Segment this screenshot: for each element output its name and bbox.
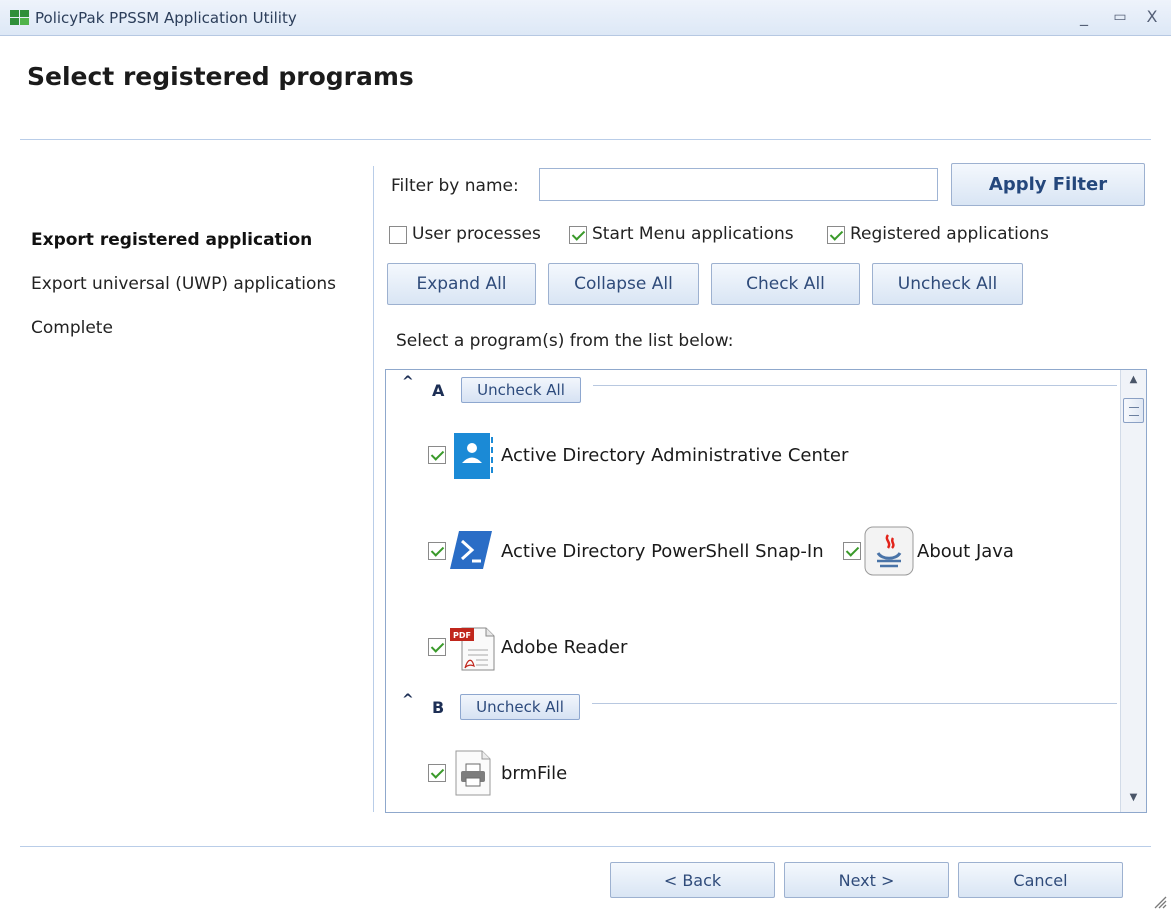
header-divider (20, 139, 1151, 140)
program-list[interactable]: ^ A Uncheck All Active Directory Adminis… (385, 369, 1147, 813)
powershell-icon (450, 531, 492, 569)
start-menu-checkbox[interactable] (569, 226, 587, 244)
group-b-letter: B (432, 698, 445, 717)
collapse-all-button[interactable]: Collapse All (548, 263, 699, 305)
filter-label: Filter by name: (391, 176, 519, 196)
item-label: About Java (917, 541, 1014, 562)
item-checkbox[interactable] (428, 542, 446, 560)
registered-apps-checkbox[interactable] (827, 226, 845, 244)
pdf-icon: PDF (450, 627, 495, 671)
window-title: PolicyPak PPSSM Application Utility (35, 9, 297, 27)
printer-file-icon (455, 750, 491, 796)
list-instruction: Select a program(s) from the list below: (396, 331, 734, 351)
back-button[interactable]: < Back (610, 862, 775, 898)
title-bar: PolicyPak PPSSM Application Utility _ ▭ … (0, 0, 1171, 36)
item-label: Adobe Reader (501, 637, 628, 658)
footer-divider (20, 846, 1151, 847)
apply-filter-button[interactable]: Apply Filter (951, 163, 1145, 206)
scroll-thumb[interactable] (1123, 398, 1144, 423)
expand-all-button[interactable]: Expand All (387, 263, 536, 305)
svg-text:PDF: PDF (453, 631, 471, 640)
item-checkbox[interactable] (428, 638, 446, 656)
check-all-button[interactable]: Check All (711, 263, 860, 305)
user-processes-checkbox[interactable] (389, 226, 407, 244)
vertical-divider (373, 166, 374, 812)
step-export-uwp: Export universal (UWP) applications (31, 274, 337, 294)
uncheck-all-button[interactable]: Uncheck All (872, 263, 1023, 305)
scroll-up-arrow-icon[interactable]: ▲ (1121, 370, 1146, 390)
ad-admin-center-icon (454, 433, 493, 479)
page-title: Select registered programs (27, 62, 414, 91)
group-a-collapse-icon[interactable]: ^ (402, 374, 414, 390)
cancel-button[interactable]: Cancel (958, 862, 1123, 898)
item-label: Active Directory Administrative Center (501, 445, 849, 466)
minimize-button[interactable]: _ (1071, 6, 1097, 28)
filter-input[interactable] (539, 168, 938, 201)
app-logo-icon (10, 10, 30, 26)
group-a-divider (593, 385, 1117, 386)
item-label: brmFile (501, 763, 568, 784)
close-button[interactable]: X (1139, 6, 1165, 28)
step-export-registered: Export registered application (31, 230, 313, 250)
java-icon (864, 526, 914, 576)
maximize-button[interactable]: ▭ (1107, 6, 1133, 28)
scroll-down-arrow-icon[interactable]: ▼ (1121, 788, 1146, 808)
user-processes-label: User processes (412, 224, 541, 244)
group-b-divider (592, 703, 1117, 704)
item-checkbox[interactable] (428, 446, 446, 464)
list-scrollbar[interactable]: ▲ ▼ (1120, 370, 1146, 812)
item-label: Active Directory PowerShell Snap-In (501, 541, 824, 562)
registered-apps-label: Registered applications (850, 224, 1049, 244)
group-b-uncheck-all-button[interactable]: Uncheck All (460, 694, 580, 720)
item-checkbox[interactable] (843, 542, 861, 560)
group-a-uncheck-all-button[interactable]: Uncheck All (461, 377, 581, 403)
next-button[interactable]: Next > (784, 862, 949, 898)
start-menu-label: Start Menu applications (592, 224, 794, 244)
resize-grip-icon[interactable] (1151, 893, 1167, 909)
step-complete: Complete (31, 318, 113, 338)
group-b-collapse-icon[interactable]: ^ (402, 692, 414, 708)
item-checkbox[interactable] (428, 764, 446, 782)
group-a-letter: A (432, 381, 445, 400)
